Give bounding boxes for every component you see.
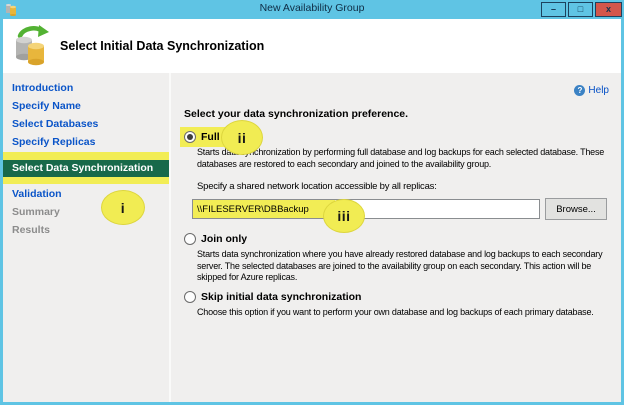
sidebar-item-introduction[interactable]: Introduction	[3, 79, 169, 97]
new-availability-group-window: New Availability Group – □ x	[0, 0, 624, 405]
minimize-button[interactable]: –	[541, 2, 566, 17]
annotation-circle-iii: iii	[323, 199, 365, 233]
window-title: New Availability Group	[0, 2, 624, 14]
maximize-button[interactable]: □	[568, 2, 593, 17]
dialog-frame: Select Initial Data Synchronization Intr…	[3, 19, 621, 402]
skip-sync-description: Choose this option if you want to perfor…	[197, 307, 609, 319]
page-title: Select Initial Data Synchronization	[60, 39, 264, 53]
share-location-input[interactable]	[192, 199, 540, 219]
join-only-radio[interactable]	[184, 233, 196, 245]
skip-sync-radio[interactable]	[184, 291, 196, 303]
full-description: Starts data synchronization by performin…	[197, 147, 609, 170]
annotation-circle-ii: ii	[221, 120, 263, 155]
wizard-header: Select Initial Data Synchronization	[3, 19, 621, 73]
dialog-body: Introduction Specify Name Select Databas…	[3, 73, 621, 402]
sidebar-item-validation[interactable]: Validation	[3, 185, 169, 203]
sidebar-highlight-band: Select Data Synchronization	[3, 152, 169, 184]
share-location-label: Specify a shared network location access…	[197, 181, 609, 192]
skip-sync-radio-label[interactable]: Skip initial data synchronization	[201, 291, 361, 303]
preference-heading: Select your data synchronization prefere…	[184, 108, 609, 120]
join-only-radio-label[interactable]: Join only	[201, 233, 247, 245]
sidebar-item-specify-replicas[interactable]: Specify Replicas	[3, 133, 169, 151]
browse-button[interactable]: Browse...	[545, 198, 607, 220]
sidebar-item-specify-name[interactable]: Specify Name	[3, 97, 169, 115]
window-controls: – □ x	[539, 2, 622, 17]
help-link[interactable]: ? Help	[574, 85, 609, 96]
sidebar-item-select-data-synchronization[interactable]: Select Data Synchronization	[3, 160, 169, 177]
close-button[interactable]: x	[595, 2, 622, 17]
sidebar-item-select-databases[interactable]: Select Databases	[3, 115, 169, 133]
help-label: Help	[588, 85, 609, 96]
wizard-steps-sidebar: Introduction Specify Name Select Databas…	[3, 73, 169, 402]
join-only-description: Starts data synchronization where you ha…	[197, 249, 609, 284]
full-radio[interactable]	[184, 131, 196, 143]
full-radio-label[interactable]: Full	[201, 131, 220, 143]
sidebar-item-results: Results	[3, 221, 169, 239]
titlebar[interactable]: New Availability Group – □ x	[0, 0, 624, 19]
database-sync-icon	[13, 24, 51, 72]
help-icon: ?	[574, 85, 585, 96]
annotation-circle-i: i	[101, 190, 145, 225]
